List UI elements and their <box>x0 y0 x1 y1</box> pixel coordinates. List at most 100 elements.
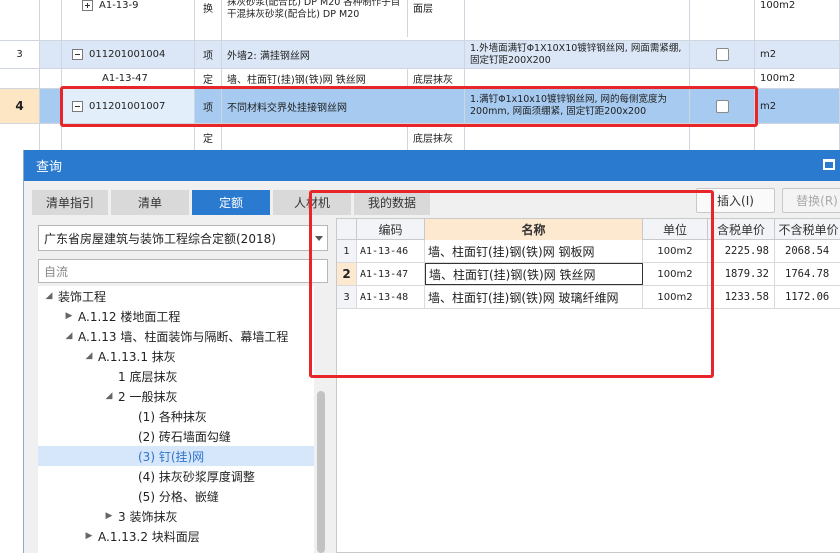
query-dialog: 查询 清单指引 清单 定额 人材机 我的数据 插入(I) 替换(R) 广东省房屋… <box>23 150 840 553</box>
tree-node[interactable]: ▶ 3 装饰抹灰 <box>38 506 314 526</box>
unit-cell: 100m2 <box>755 0 840 40</box>
header-price-notax[interactable]: 不含税单价 <box>775 219 840 240</box>
name-cell: 墙、柱面钉(挂)钢(铁)网 玻璃纤维网 <box>425 286 643 308</box>
tree-node[interactable]: (5) 分格、嵌缝 <box>38 486 314 506</box>
type-cell: 换 <box>195 0 222 40</box>
code-cell[interactable]: A1-13-9 <box>62 0 195 40</box>
quota-result-table: 编码 名称 单位 含税单价 不含税单价 1 A1-13-46 墙、柱面钉(挂)钢… <box>336 218 840 553</box>
tree-node[interactable]: (1) 各种抹灰 <box>38 406 314 426</box>
tree-node[interactable]: (4) 抹灰砂浆厚度调整 <box>38 466 314 486</box>
expanded-arrow-icon[interactable]: ◢ <box>44 291 54 301</box>
desc-cell: 1.满钉Φ1x10x10镀锌钢丝网, 网的每侧宽度为200mm, 网面须绷紧, … <box>465 89 690 123</box>
checkbox[interactable] <box>715 99 729 113</box>
tree-node[interactable]: ◢ A.1.13 墙、柱面装饰与隔断、幕墙工程 <box>38 326 314 346</box>
expanded-arrow-icon[interactable]: ◢ <box>84 351 94 361</box>
name-cell <box>222 124 408 150</box>
collapsed-arrow-icon[interactable]: ▶ <box>64 311 74 321</box>
quota-library-select[interactable]: 广东省房屋建筑与装饰工程综合定额(2018) <box>38 225 328 251</box>
unit-cell: m2 <box>755 41 840 68</box>
checkbox[interactable] <box>715 48 729 61</box>
collapsed-arrow-icon[interactable]: ▶ <box>104 511 114 521</box>
tab-quota[interactable]: 定额 <box>192 190 270 215</box>
unit-cell: 100m2 <box>643 286 708 308</box>
type-cell: 项 <box>195 41 222 68</box>
type-cell: 项 <box>195 89 222 123</box>
tree-node[interactable]: ▶ A.1.13.2 块料面层 <box>38 526 314 546</box>
code-cell: A1-13-46 <box>357 240 425 262</box>
expanded-arrow-icon[interactable]: ◢ <box>64 331 74 341</box>
header-unit[interactable]: 单位 <box>643 219 708 240</box>
table-header: 编码 名称 单位 含税单价 不含税单价 <box>337 219 840 240</box>
dialog-body: 清单指引 清单 定额 人材机 我的数据 插入(I) 替换(R) 广东省房屋建筑与… <box>24 181 840 553</box>
price-tax-cell: 1879.32 <box>708 263 775 285</box>
search-input[interactable]: 自流 <box>38 259 328 283</box>
tab-labor-material[interactable]: 人材机 <box>273 190 351 215</box>
unit-cell: 100m2 <box>643 240 708 262</box>
chevron-down-icon[interactable] <box>315 236 323 241</box>
grid-row[interactable]: 3 011201001004 项 外墙2: 满挂钢丝网 1.外墙面满钉Φ1X10… <box>0 41 840 69</box>
code-cell: A1-13-47 <box>357 263 425 285</box>
code-cell: A1-13-48 <box>357 286 425 308</box>
price-notax-cell: 1764.78 <box>785 268 830 280</box>
unit-cell: 100m2 <box>643 263 708 285</box>
table-row-current[interactable]: 2 A1-13-47 墙、柱面钉(挂)钢(铁)网 铁丝网 100m2 1879.… <box>337 263 840 286</box>
type-cell: 定 <box>195 69 222 88</box>
insert-button[interactable]: 插入(I) <box>696 188 775 213</box>
desc-cell: 面层 <box>408 0 465 40</box>
tree-node[interactable]: ▶ A.1.12 楼地面工程 <box>38 306 314 326</box>
tree-node[interactable]: ◢ A.1.13.1 抹灰 <box>38 346 314 366</box>
dialog-title: 查询 <box>36 160 63 175</box>
desc-cell: 底层抹灰 <box>408 69 465 88</box>
tree-node[interactable]: ◢ 装饰工程 <box>38 286 314 306</box>
maximize-icon[interactable] <box>823 159 835 170</box>
unit-cell: 100m2 <box>755 69 840 88</box>
row-index: 2 <box>337 263 357 285</box>
header-code[interactable]: 编码 <box>357 219 425 240</box>
row-number: 4 <box>0 89 40 123</box>
collapse-icon[interactable] <box>72 100 83 112</box>
scrollbar-thumb[interactable] <box>317 391 325 553</box>
tree-scrollbar[interactable] <box>314 286 328 553</box>
table-row[interactable]: 3 A1-13-48 墙、柱面钉(挂)钢(铁)网 玻璃纤维网 100m2 123… <box>337 286 840 309</box>
collapse-icon[interactable] <box>72 49 83 60</box>
name-cell: 外墙2: 满挂钢丝网 <box>222 41 465 68</box>
name-cell: 墙、柱面钉(挂)钢(铁)网 钢板网 <box>425 240 643 262</box>
name-cell: 抹灰砂浆(配合比) DP M20 各种制作子目 干混抹灰砂浆(配合比) DP M… <box>222 0 408 37</box>
grid-row[interactable]: 定 底层抹灰 <box>0 124 840 150</box>
tree-node[interactable]: (2) 砖石墙面勾缝 <box>38 426 314 446</box>
tree-node-selected[interactable]: (3) 钉(挂)网 <box>38 446 314 466</box>
grid-row[interactable]: A1-13-9 换 抹灰砂浆(配合比) DP M20 各种制作子目 干混抹灰砂浆… <box>0 0 840 41</box>
row-number: 3 <box>0 41 40 68</box>
row-index: 1 <box>337 240 357 262</box>
grid-row[interactable]: A1-13-47 定 墙、柱面钉(挂)钢(铁)网 铁丝网 底层抹灰 100m2 <box>0 69 840 89</box>
tab-bill[interactable]: 清单 <box>111 190 189 215</box>
unit-cell: m2 <box>755 89 840 123</box>
tree-node[interactable]: ◢ 2 一般抹灰 <box>38 386 314 406</box>
name-cell: 不同材料交界处挂接钢丝网 <box>222 89 465 123</box>
row-number <box>0 0 40 40</box>
collapsed-arrow-icon[interactable]: ▶ <box>84 531 94 541</box>
tree-node[interactable]: 1 底层抹灰 <box>38 366 314 386</box>
code-cell[interactable]: 011201001004 <box>62 41 195 68</box>
price-notax-cell: 1172.06 <box>785 291 830 303</box>
expand-icon[interactable] <box>82 0 93 11</box>
name-cell-focused[interactable]: 墙、柱面钉(挂)钢(铁)网 铁丝网 <box>425 263 643 285</box>
desc-cell: 1.外墙面满钉Φ1X10X10镀锌钢丝网, 网面需紧绷, 固定钉距200X200 <box>465 41 690 68</box>
dialog-titlebar[interactable]: 查询 <box>24 150 840 181</box>
unit-cell <box>755 124 840 150</box>
header-name[interactable]: 名称 <box>425 219 643 240</box>
code-cell <box>62 124 195 150</box>
price-tax-cell: 2225.98 <box>708 240 775 262</box>
expanded-arrow-icon[interactable]: ◢ <box>104 391 114 401</box>
tab-bill-guide[interactable]: 清单指引 <box>32 190 108 215</box>
quota-tree-panel: 广东省房屋建筑与装饰工程综合定额(2018) 自流 ◢ 装饰工程 ▶ A.1.12 … <box>38 225 328 553</box>
price-tax-cell: 1233.58 <box>708 286 775 308</box>
replace-button[interactable]: 替换(R) <box>782 188 840 213</box>
tab-bar: 清单指引 清单 定额 人材机 我的数据 <box>32 190 433 215</box>
code-cell: A1-13-47 <box>62 69 195 88</box>
code-cell[interactable]: 011201001007 <box>62 89 195 123</box>
table-row[interactable]: 1 A1-13-46 墙、柱面钉(挂)钢(铁)网 钢板网 100m2 2225.… <box>337 240 840 263</box>
grid-row-selected[interactable]: 4 011201001007 项 不同材料交界处挂接钢丝网 1.满钉Φ1x10x… <box>0 89 840 124</box>
tab-my-data[interactable]: 我的数据 <box>354 190 430 215</box>
header-price-tax[interactable]: 含税单价 <box>708 219 775 240</box>
